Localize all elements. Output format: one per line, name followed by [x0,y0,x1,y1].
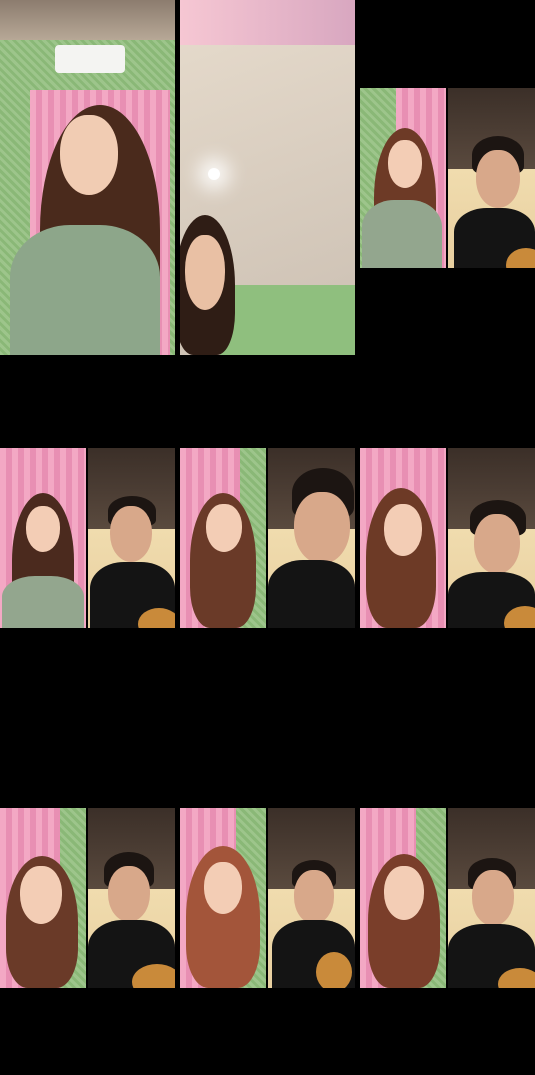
boy-face [294,492,350,564]
girl-face [20,866,62,924]
left-video-girl [360,808,446,988]
left-video-girl [180,448,266,628]
girl-face [185,235,225,310]
girl-dress [362,200,442,268]
girl-face [384,504,422,556]
girl-face [60,115,118,195]
girl-face [26,506,60,552]
girl-face [204,862,242,914]
guitar [316,952,352,988]
right-video-boy [448,88,535,268]
girl-dress [2,576,84,628]
boy-face [110,506,152,562]
boy-face [474,514,520,574]
air-conditioner [55,45,125,73]
right-video-boy [268,448,355,628]
right-video-boy [448,448,535,628]
girl-face [206,504,242,552]
girl-face [388,140,422,188]
light-icon [208,168,220,180]
left-video-girl [0,808,86,988]
video-frame-7 [0,808,175,988]
left-video-girl [0,448,86,628]
right-video-boy [88,448,175,628]
video-frame-9 [360,808,535,988]
ceiling-strip [0,0,175,40]
right-video-boy [448,808,535,988]
boy-face [472,870,514,926]
video-frame-2 [180,0,355,355]
girl-dress [10,225,160,355]
video-frame-1 [0,0,175,355]
ceiling-decoration [180,0,355,45]
boy-face [108,866,150,922]
video-frame-5 [180,448,355,628]
left-video-girl [360,88,446,268]
boy-shirt [268,560,355,628]
left-video-girl [360,448,446,628]
video-frame-4 [0,448,175,628]
video-frame-8 [180,808,355,988]
left-video-girl [180,808,266,988]
boy-face [476,150,520,208]
boy-face [294,870,334,924]
girl-face [384,866,424,920]
green-wall [220,285,355,355]
right-video-boy [268,808,355,988]
video-frame-3 [360,88,535,268]
right-video-boy [88,808,175,988]
video-frame-6 [360,448,535,628]
